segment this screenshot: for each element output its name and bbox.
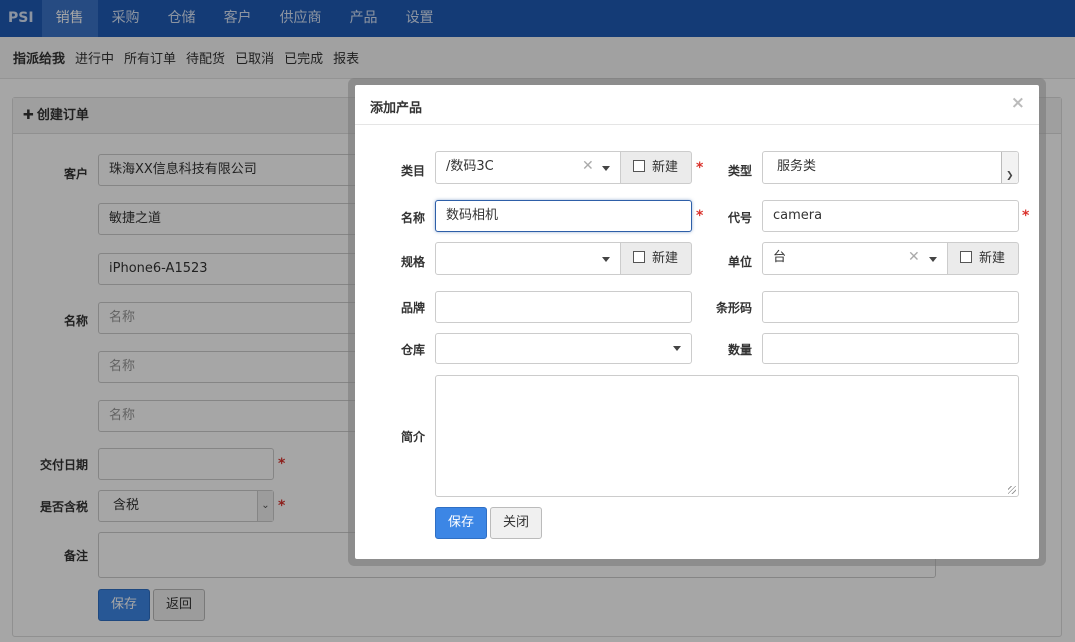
unit-select[interactable]: 台 — [762, 242, 948, 275]
intro-textarea[interactable] — [435, 375, 1019, 497]
barcode-input[interactable] — [762, 291, 1019, 323]
type-value: 服务类 — [777, 159, 817, 174]
category-value: /数码3C — [446, 159, 494, 174]
modal-close-button[interactable]: 关闭 — [490, 507, 542, 539]
category-new-label: 新建 — [652, 160, 679, 175]
brand-input[interactable] — [435, 291, 692, 323]
add-product-modal: 添加产品 × 类目 /数码3C ✕ 新建 * 类型 服务类 ❯ 名称 数码相机 … — [355, 85, 1039, 559]
spec-select[interactable] — [435, 242, 621, 275]
chevron-down-icon: ❯ — [1006, 171, 1014, 181]
unit-label: 单位 — [727, 255, 752, 269]
unit-new-button[interactable]: 新建 — [947, 242, 1019, 275]
unit-new-label: 新建 — [979, 251, 1006, 266]
code-label: 代号 — [727, 211, 752, 225]
product-name-label: 名称 — [400, 211, 425, 225]
category-new-button[interactable]: 新建 — [620, 151, 692, 184]
category-label: 类目 — [400, 164, 425, 178]
quantity-label: 数量 — [727, 343, 752, 357]
barcode-label: 条形码 — [715, 301, 752, 315]
spec-new-button[interactable]: 新建 — [620, 242, 692, 275]
warehouse-label: 仓库 — [400, 343, 425, 357]
spec-new-label: 新建 — [652, 251, 679, 266]
required-mark: * — [696, 208, 704, 224]
clear-icon[interactable]: ✕ — [908, 249, 920, 265]
code-input[interactable]: camera — [762, 200, 1019, 232]
modal-title: 添加产品 — [370, 101, 423, 116]
select-arrow: ❯ — [1001, 152, 1018, 183]
modal-save-button[interactable]: 保存 — [435, 507, 487, 539]
close-icon[interactable]: × — [1011, 93, 1025, 113]
type-select[interactable]: 服务类 ❯ — [762, 151, 1019, 184]
intro-label: 简介 — [400, 430, 425, 444]
required-mark: * — [696, 160, 704, 176]
brand-label: 品牌 — [400, 301, 425, 315]
caret-down-icon[interactable] — [673, 346, 681, 351]
product-name-input[interactable]: 数码相机 — [435, 200, 692, 232]
spec-label: 规格 — [400, 255, 425, 269]
caret-down-icon[interactable] — [929, 257, 937, 262]
clear-icon[interactable]: ✕ — [582, 158, 594, 174]
caret-down-icon[interactable] — [602, 257, 610, 262]
required-mark: * — [1022, 208, 1030, 224]
type-label: 类型 — [727, 164, 752, 178]
checkbox-icon — [960, 251, 972, 263]
resize-handle-icon[interactable] — [1008, 486, 1016, 494]
modal-header: 添加产品 × — [355, 85, 1039, 125]
warehouse-select[interactable] — [435, 333, 692, 364]
checkbox-icon — [633, 160, 645, 172]
quantity-input[interactable] — [762, 333, 1019, 364]
caret-down-icon[interactable] — [602, 166, 610, 171]
checkbox-icon — [633, 251, 645, 263]
unit-value: 台 — [773, 250, 787, 265]
